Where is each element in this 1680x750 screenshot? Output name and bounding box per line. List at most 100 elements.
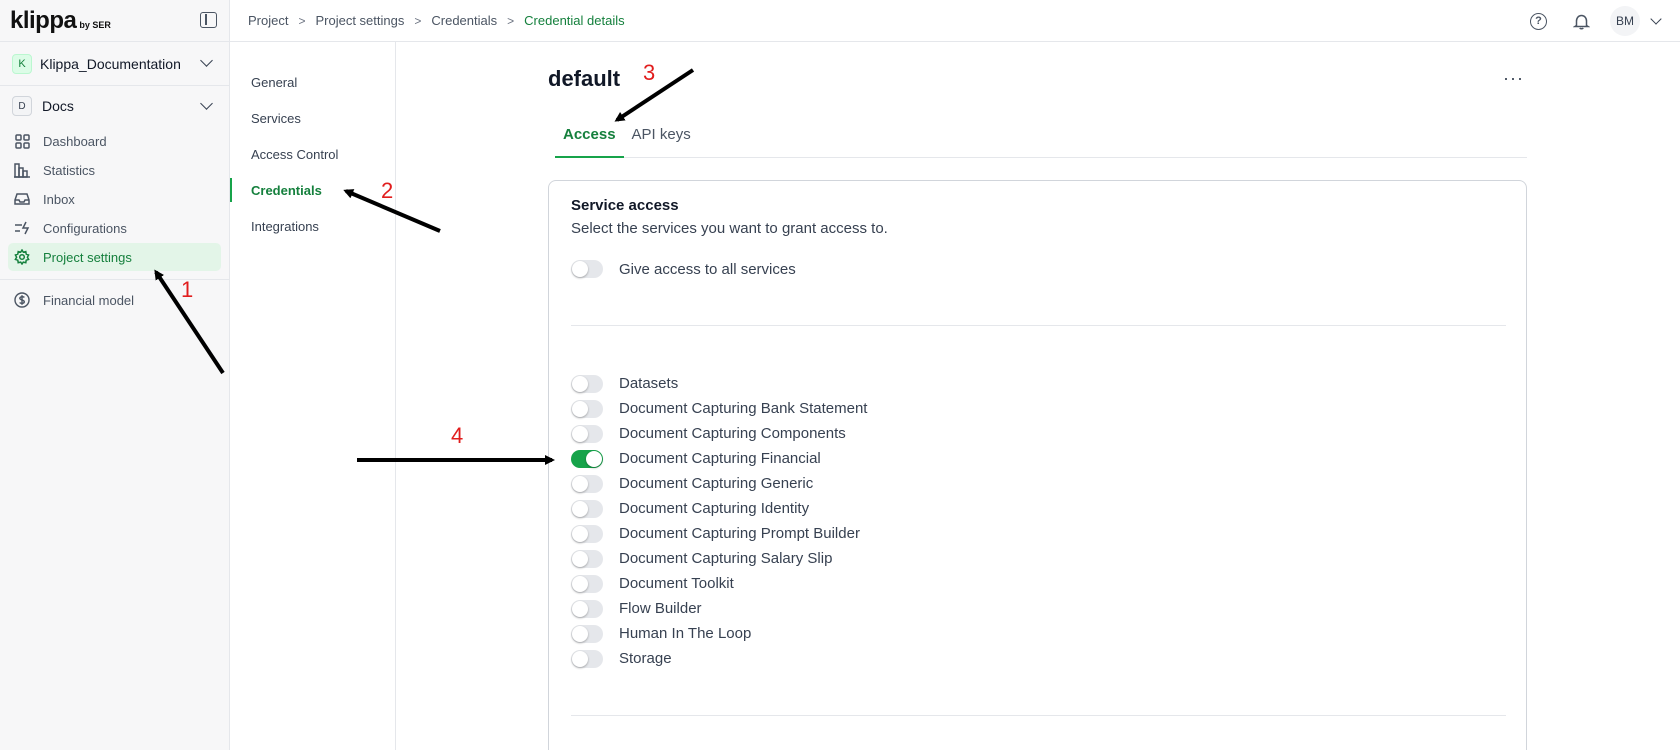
divider — [571, 715, 1506, 716]
annotation-label-4: 4 — [451, 423, 464, 448]
settings-nav: General Services Access Control Credenti… — [230, 42, 396, 750]
grid-icon — [14, 133, 30, 149]
service-label: Human In The Loop — [619, 625, 752, 642]
chevron-right-icon: > — [507, 13, 515, 28]
service-row: Document Capturing Generic — [571, 471, 867, 496]
service-row: Document Toolkit — [571, 571, 867, 596]
klippa-logo: klippa — [10, 6, 77, 34]
card-subtitle: Select the services you want to grant ac… — [571, 220, 888, 237]
sidebar-item-label: Inbox — [43, 191, 75, 207]
service-label: Document Capturing Generic — [619, 475, 814, 492]
sidebar-item-label: Project settings — [43, 249, 132, 265]
service-row: Storage — [571, 646, 867, 671]
dollar-icon — [14, 292, 30, 308]
settings-nav-access-control[interactable]: Access Control — [230, 136, 395, 172]
all-services-row: Give access to all services — [571, 260, 796, 278]
help-icon[interactable]: ? — [1530, 12, 1547, 30]
settings-nav-general[interactable]: General — [230, 64, 395, 100]
service-row: Document Capturing Salary Slip — [571, 546, 867, 571]
chevron-right-icon: > — [414, 13, 422, 28]
service-label: Storage — [619, 650, 672, 667]
service-toggle[interactable] — [571, 424, 603, 443]
service-label: Document Toolkit — [619, 575, 734, 592]
sidebar: klippa by SER K Klippa_Documentation D D… — [0, 0, 230, 750]
project-badge: D — [12, 96, 32, 116]
sidebar-toggle-icon[interactable] — [200, 12, 217, 28]
org-name: Klippa_Documentation — [40, 55, 181, 72]
service-label: Document Capturing Financial — [619, 450, 821, 467]
bar-chart-icon — [14, 162, 30, 178]
sidebar-item-dashboard[interactable]: Dashboard — [8, 127, 221, 155]
service-label: Document Capturing Salary Slip — [619, 550, 833, 567]
sidebar-item-inbox[interactable]: Inbox — [8, 185, 221, 213]
tab-access[interactable]: Access — [555, 118, 624, 158]
sliders-icon — [14, 220, 30, 236]
sidebar-item-statistics[interactable]: Statistics — [8, 156, 221, 184]
service-row: Human In The Loop — [571, 621, 867, 646]
gear-icon — [14, 249, 30, 265]
service-label: Document Capturing Identity — [619, 500, 810, 517]
service-toggle[interactable] — [571, 599, 603, 618]
breadcrumb-credential-details: Credential details — [524, 13, 625, 28]
card-title: Service access — [571, 197, 679, 214]
service-label: Document Capturing Prompt Builder — [619, 525, 860, 542]
sidebar-item-project-settings[interactable]: Project settings — [8, 243, 221, 271]
sidebar-item-label: Dashboard — [43, 133, 107, 149]
annotation-label-2: 2 — [381, 178, 394, 203]
service-toggle[interactable] — [571, 574, 603, 593]
settings-nav-credentials[interactable]: Credentials — [230, 172, 395, 208]
service-toggle[interactable] — [571, 374, 603, 393]
service-toggle[interactable] — [571, 449, 603, 468]
service-row: Document Capturing Identity — [571, 496, 867, 521]
chevron-down-icon — [200, 54, 213, 67]
service-row: Document Capturing Prompt Builder — [571, 521, 867, 546]
logo-subtitle: by SER — [79, 19, 111, 30]
breadcrumb-credentials[interactable]: Credentials — [431, 13, 497, 28]
top-header: Project > Project settings > Credentials… — [230, 0, 1680, 42]
more-options-icon[interactable]: ··· — [1503, 68, 1524, 89]
service-row: Document Capturing Financial — [571, 446, 867, 471]
header-actions: ? BM — [1530, 0, 1662, 42]
service-toggle[interactable] — [571, 549, 603, 568]
settings-nav-integrations[interactable]: Integrations — [230, 208, 395, 244]
service-label: Document Capturing Bank Statement — [619, 400, 868, 417]
tab-bar: Access API keys — [555, 118, 1527, 158]
chevron-down-icon — [200, 97, 213, 110]
chevron-down-icon[interactable] — [1650, 13, 1662, 25]
org-badge: K — [12, 53, 32, 74]
service-toggle[interactable] — [571, 624, 603, 643]
service-toggle[interactable] — [571, 499, 603, 518]
sidebar-item-label: Financial model — [43, 292, 135, 308]
all-services-toggle[interactable] — [571, 260, 603, 278]
service-row: Flow Builder — [571, 596, 867, 621]
logo-row: klippa by SER — [0, 0, 229, 42]
all-services-label: Give access to all services — [619, 260, 796, 278]
service-label: Flow Builder — [619, 600, 702, 617]
settings-nav-services[interactable]: Services — [230, 100, 395, 136]
service-access-card: Service access Select the services you w… — [548, 180, 1527, 750]
tab-api-keys[interactable]: API keys — [624, 118, 699, 158]
project-switcher[interactable]: D Docs — [0, 86, 229, 126]
service-list: Datasets Document Capturing Bank Statemen… — [571, 371, 867, 671]
bell-icon[interactable] — [1572, 13, 1591, 30]
service-row: Datasets — [571, 371, 867, 396]
annotation-label-1: 1 — [181, 277, 194, 302]
page-title: default — [548, 66, 621, 91]
breadcrumb-project-settings[interactable]: Project settings — [315, 13, 404, 28]
service-label: Datasets — [619, 375, 679, 392]
service-toggle[interactable] — [571, 399, 603, 418]
sidebar-divider — [0, 279, 229, 280]
sidebar-item-configurations[interactable]: Configurations — [8, 214, 221, 242]
service-row: Document Capturing Components — [571, 421, 867, 446]
avatar[interactable]: BM — [1610, 6, 1640, 36]
sidebar-item-label: Statistics — [43, 162, 96, 178]
org-switcher[interactable]: K Klippa_Documentation — [0, 42, 229, 86]
breadcrumb: Project > Project settings > Credentials… — [248, 13, 625, 28]
service-row: Document Capturing Bank Statement — [571, 396, 867, 421]
breadcrumb-project[interactable]: Project — [248, 13, 288, 28]
service-toggle[interactable] — [571, 474, 603, 493]
inbox-icon — [14, 191, 30, 207]
service-toggle[interactable] — [571, 524, 603, 543]
chevron-right-icon: > — [298, 13, 306, 28]
service-toggle[interactable] — [571, 649, 603, 668]
